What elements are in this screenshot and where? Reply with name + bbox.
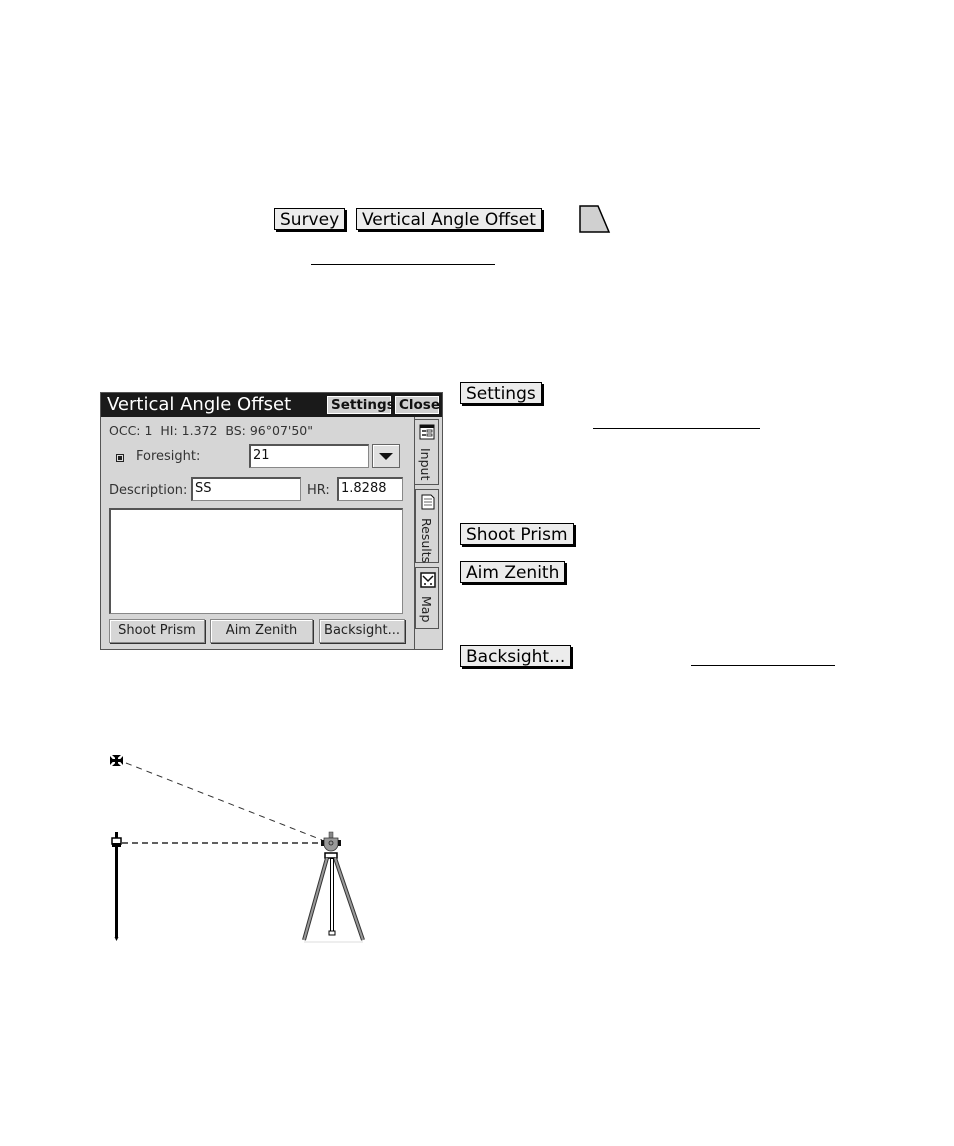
vertical-angle-offset-key-button[interactable]: Vertical Angle Offset [356, 208, 542, 230]
tab-input-label: Input [418, 448, 433, 481]
tab-map[interactable]: Map [415, 567, 439, 629]
results-document-icon [421, 494, 435, 510]
settings-button[interactable]: Settings [327, 396, 395, 414]
title-bar: Vertical Angle Offset Settings Close [101, 393, 442, 417]
foresight-input[interactable]: 21 [249, 444, 369, 468]
close-button[interactable]: Close [395, 396, 440, 414]
vertical-angle-offset-diagram [110, 755, 365, 943]
chevron-down-icon [379, 453, 393, 460]
backsight-key-button[interactable]: Backsight... [460, 645, 572, 667]
foresight-dropdown-button[interactable] [372, 444, 400, 468]
description-label: Description: [109, 483, 188, 498]
softkey-trapezoid-icon [579, 205, 611, 233]
shoot-prism-button[interactable]: Shoot Prism [109, 619, 205, 643]
aim-zenith-button[interactable]: Aim Zenith [210, 619, 313, 643]
underline-blank [311, 264, 495, 265]
underline-blank [691, 665, 835, 666]
survey-key-button[interactable]: Survey [274, 208, 346, 230]
hr-input[interactable]: 1.8288 [337, 477, 403, 501]
shoot-prism-key-button[interactable]: Shoot Prism [460, 523, 574, 545]
hr-label: HR: [307, 483, 330, 498]
aim-zenith-key-button[interactable]: Aim Zenith [460, 561, 566, 583]
description-input[interactable]: SS [191, 477, 301, 501]
tab-input[interactable]: Input [415, 419, 439, 485]
occupation-info: OCC: 1 HI: 1.372 BS: 96°07'50" [109, 423, 314, 438]
total-station-icon [302, 831, 365, 943]
tab-results[interactable]: Results [415, 489, 439, 563]
results-listbox[interactable] [109, 508, 403, 614]
foresight-label: Foresight: [136, 449, 201, 464]
zenith-target-icon [110, 755, 123, 766]
input-form-icon [419, 424, 435, 440]
underline-blank [593, 428, 760, 429]
settings-key-button[interactable]: Settings [460, 382, 542, 404]
prism-pole-icon [111, 832, 122, 941]
sight-line-to-zenith [125, 762, 323, 841]
tab-map-label: Map [419, 596, 434, 623]
foresight-bullet-icon [116, 454, 124, 462]
window-title: Vertical Angle Offset [107, 394, 292, 415]
backsight-button[interactable]: Backsight... [319, 619, 405, 643]
vertical-angle-offset-window: Vertical Angle Offset Settings Close OCC… [100, 392, 443, 650]
tab-results-label: Results [419, 518, 434, 564]
map-icon [420, 572, 436, 588]
